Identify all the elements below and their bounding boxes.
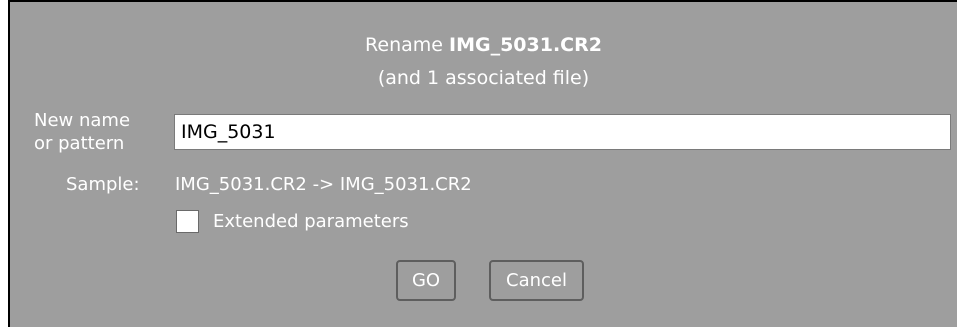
dialog-title-prefix: Rename (365, 34, 449, 56)
new-name-label: New name or pattern (34, 109, 164, 155)
go-button[interactable]: GO (396, 260, 456, 301)
new-name-input[interactable] (174, 114, 951, 150)
dialog-subtitle: (and 1 associated file) (377, 67, 590, 89)
extended-parameters-label: Extended parameters (213, 211, 409, 232)
extended-parameters-toggle[interactable]: Extended parameters (176, 210, 409, 233)
sample-label: Sample: (66, 174, 140, 195)
dialog-title-filename: IMG_5031.CR2 (449, 34, 602, 56)
sample-value: IMG_5031.CR2 -> IMG_5031.CR2 (175, 174, 472, 195)
cancel-button[interactable]: Cancel (489, 260, 584, 301)
new-name-label-line2: or pattern (34, 133, 125, 154)
rename-dialog: Rename IMG_5031.CR2 (and 1 associated fi… (8, 0, 957, 327)
new-name-label-line1: New name (34, 110, 131, 131)
dialog-title: Rename IMG_5031.CR2 (10, 34, 957, 56)
extended-parameters-checkbox[interactable] (176, 210, 199, 233)
